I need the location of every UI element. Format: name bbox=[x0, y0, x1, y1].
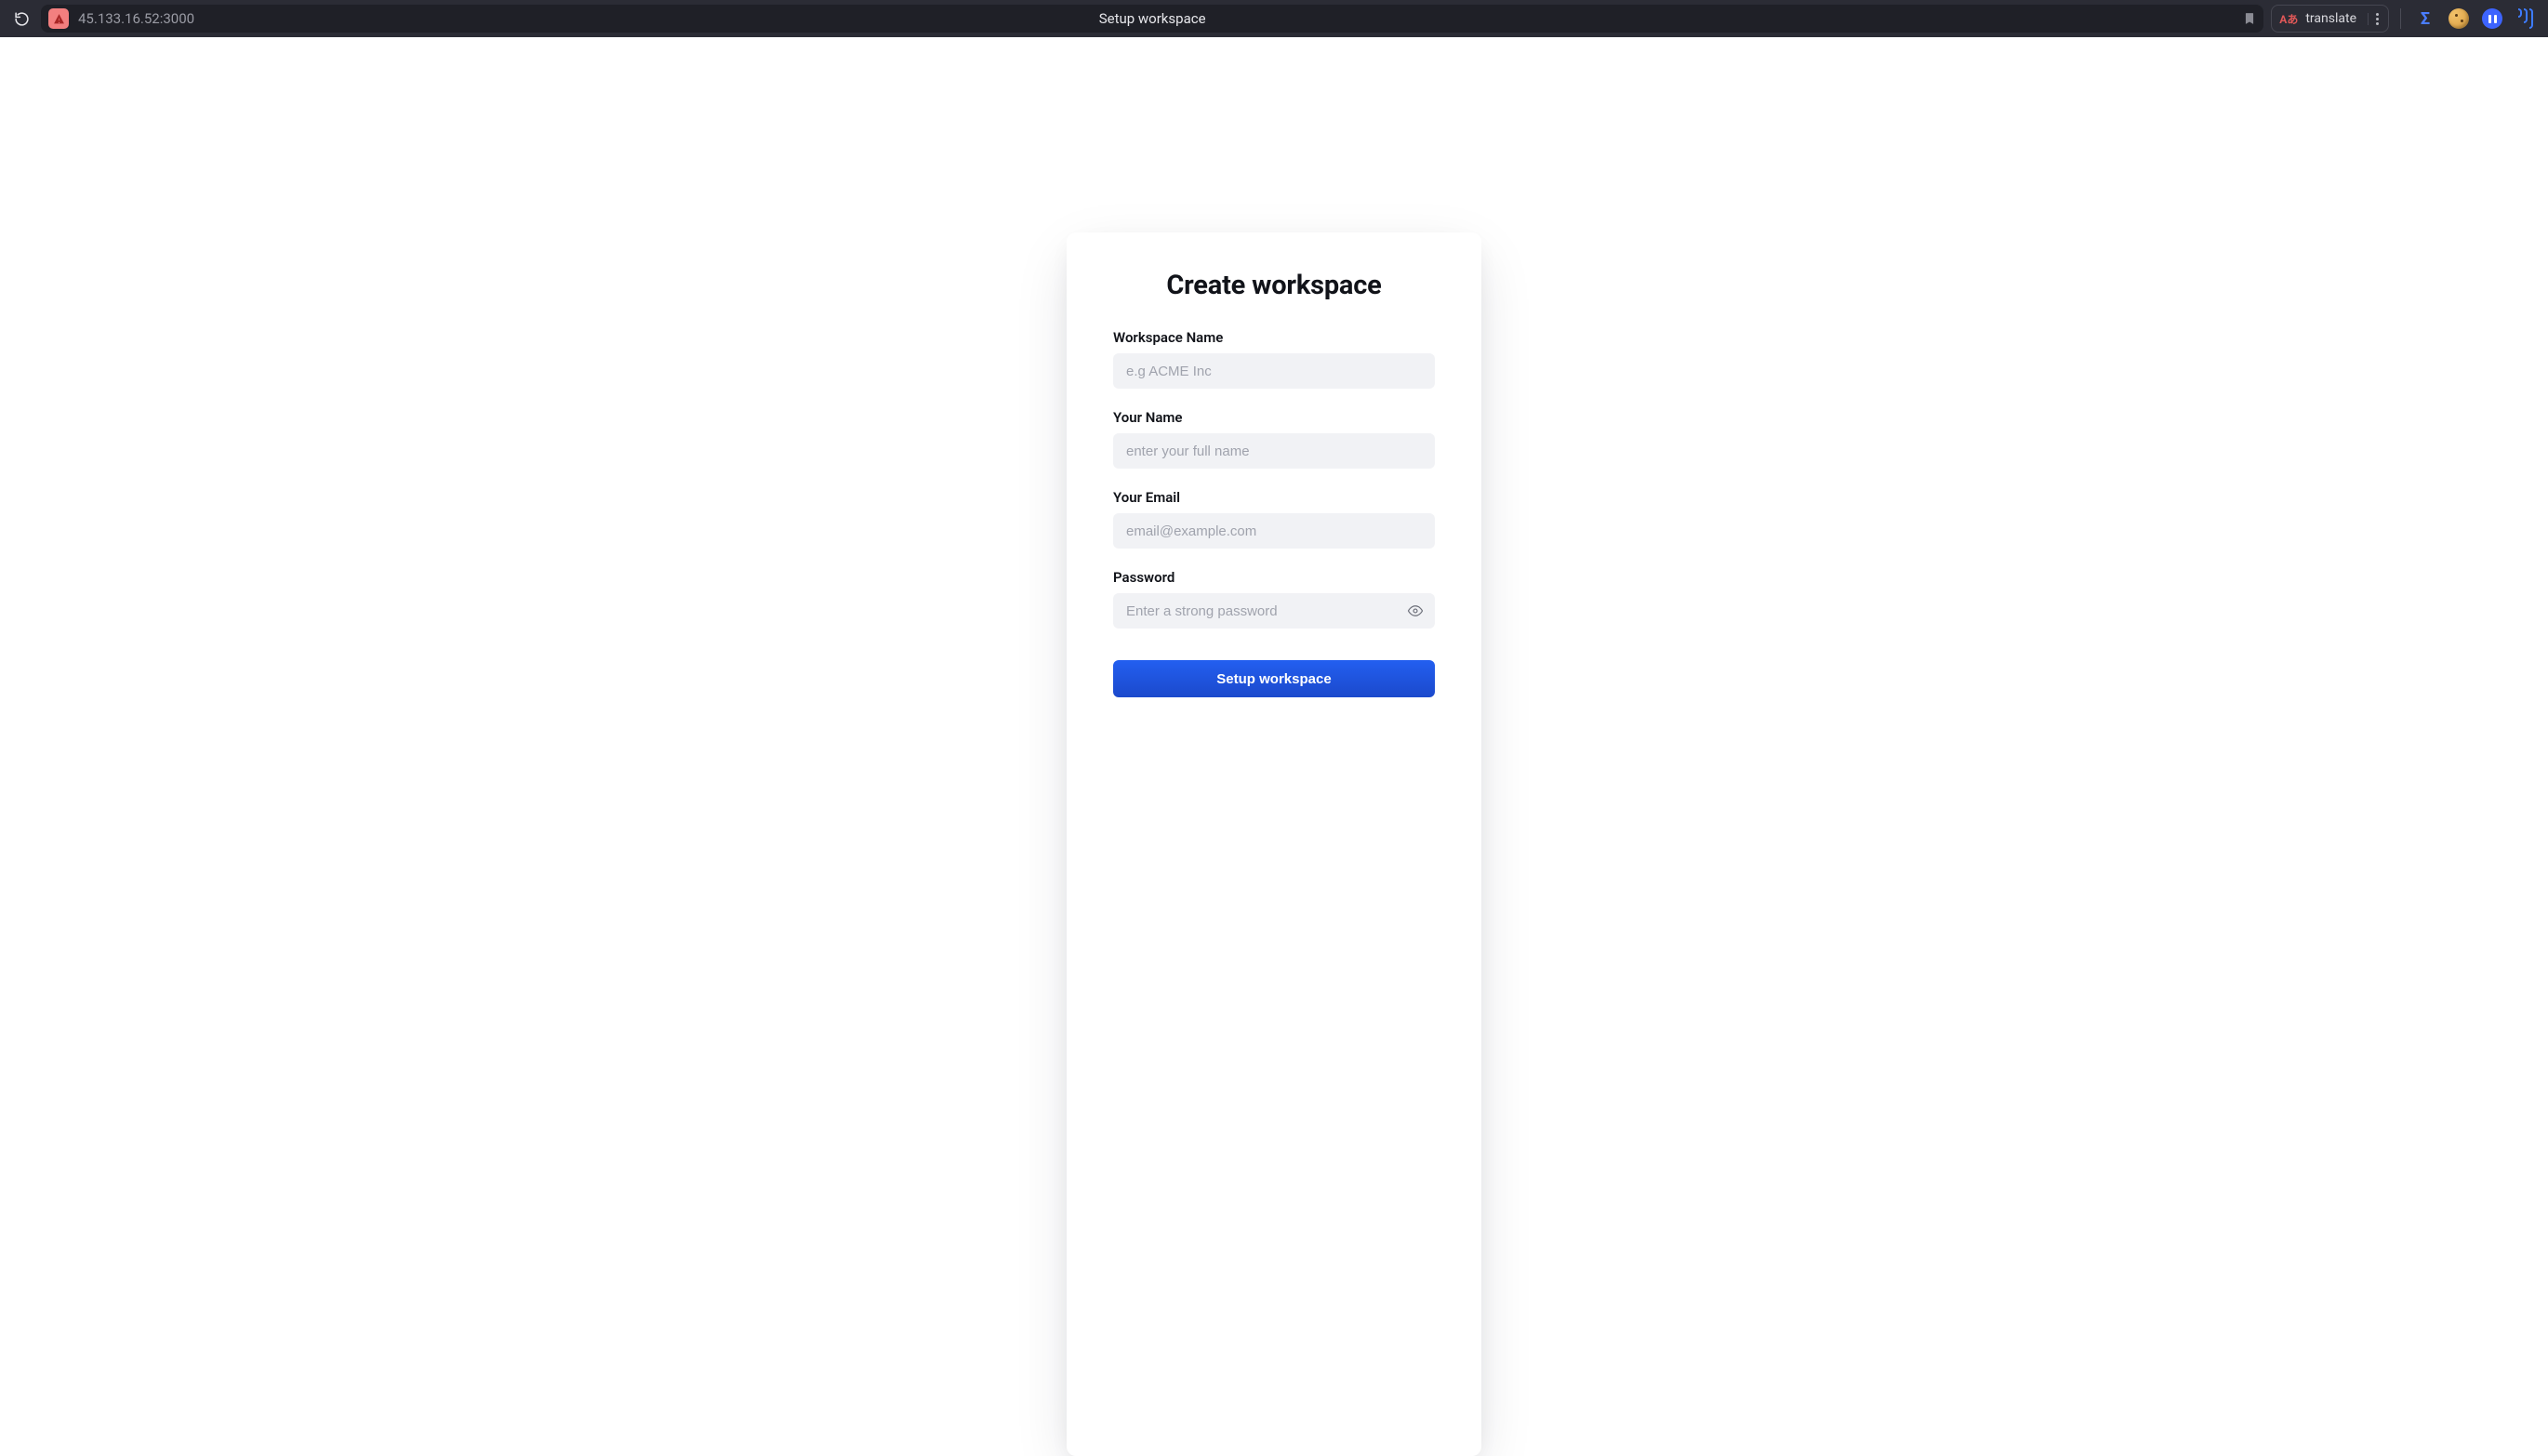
browser-toolbar: 45.133.16.52:3000 Setup workspace Aあ tra… bbox=[0, 0, 2548, 37]
bookmark-icon bbox=[2243, 11, 2256, 26]
reload-icon bbox=[14, 11, 30, 27]
toolbar-divider bbox=[2400, 8, 2401, 29]
sound-icon bbox=[2518, 8, 2533, 29]
create-workspace-card: Create workspace Workspace Name Your Nam… bbox=[1067, 232, 1481, 1456]
address-bar[interactable]: 45.133.16.52:3000 Setup workspace bbox=[41, 5, 2263, 33]
page-body: Create workspace Workspace Name Your Nam… bbox=[0, 37, 2548, 1456]
cookie-icon bbox=[2448, 8, 2469, 29]
extension-sigma[interactable]: Σ bbox=[2412, 6, 2438, 32]
page-title: Setup workspace bbox=[1099, 10, 1206, 27]
card-heading: Create workspace bbox=[1113, 270, 1435, 301]
translate-icon: Aあ bbox=[2279, 11, 2298, 27]
translate-label: translate bbox=[2305, 11, 2356, 26]
field-workspace-name: Workspace Name bbox=[1113, 329, 1435, 389]
site-security-badge bbox=[48, 8, 69, 29]
translate-button[interactable]: Aあ translate bbox=[2271, 5, 2389, 33]
toggle-password-visibility[interactable] bbox=[1405, 601, 1426, 621]
setup-workspace-button[interactable]: Setup workspace bbox=[1113, 660, 1435, 697]
your-email-input[interactable] bbox=[1113, 513, 1435, 549]
eye-icon bbox=[1407, 602, 1424, 619]
workspace-name-input[interactable] bbox=[1113, 353, 1435, 389]
field-your-email: Your Email bbox=[1113, 489, 1435, 549]
sigma-icon: Σ bbox=[2421, 9, 2430, 29]
your-name-input[interactable] bbox=[1113, 433, 1435, 469]
extension-pause[interactable] bbox=[2479, 6, 2505, 32]
field-your-name: Your Name bbox=[1113, 409, 1435, 469]
field-password: Password bbox=[1113, 569, 1435, 629]
bookmark-button[interactable] bbox=[2243, 11, 2256, 26]
your-name-label: Your Name bbox=[1113, 409, 1435, 426]
password-input[interactable] bbox=[1113, 593, 1435, 629]
your-email-label: Your Email bbox=[1113, 489, 1435, 506]
translate-menu-button[interactable] bbox=[2368, 13, 2381, 25]
extension-cookie[interactable] bbox=[2446, 6, 2472, 32]
password-label: Password bbox=[1113, 569, 1435, 586]
workspace-name-label: Workspace Name bbox=[1113, 329, 1435, 346]
address-url: 45.133.16.52:3000 bbox=[78, 10, 194, 27]
reload-button[interactable] bbox=[9, 7, 33, 31]
warning-icon bbox=[53, 13, 65, 25]
extension-sound[interactable] bbox=[2513, 6, 2539, 32]
pause-icon bbox=[2482, 8, 2502, 29]
